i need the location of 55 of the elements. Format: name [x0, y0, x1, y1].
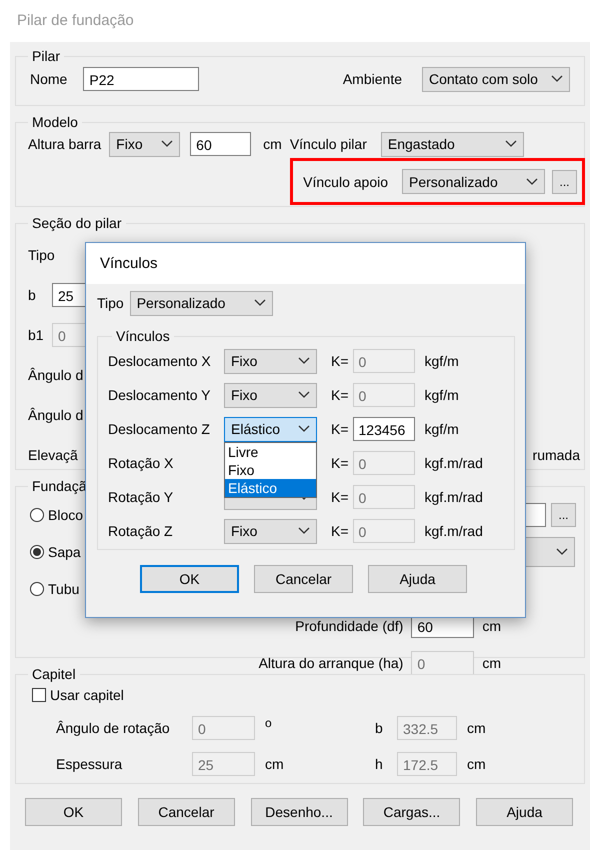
field-label: K= — [331, 455, 349, 471]
field-label: cm — [265, 756, 285, 772]
field-label: Deslocamento Y — [108, 387, 212, 403]
field-label: Elevaçã — [28, 447, 78, 463]
field-label: Rotação Y — [108, 489, 174, 505]
group-label: Fundaçã — [31, 478, 88, 494]
field-label: Tubu — [48, 580, 80, 596]
field-label: Tipo — [97, 295, 124, 311]
field-label: b — [375, 720, 384, 736]
field-label: Tipo — [28, 247, 55, 263]
field-label: Ambiente — [342, 71, 402, 87]
field-label: cm — [482, 618, 501, 634]
field-label: b — [28, 287, 37, 303]
field-label: kgf/m — [424, 387, 459, 403]
field-label: kgf.m/rad — [424, 455, 483, 471]
field-label: Bloco — [48, 506, 84, 522]
field-label: kgf/m — [424, 421, 459, 437]
field-label: cm — [263, 136, 282, 152]
field-label: K= — [331, 353, 349, 369]
field-label: Altura barra — [28, 136, 102, 152]
field-label: Deslocamento X — [108, 353, 212, 369]
group-label: Pilar — [31, 48, 62, 64]
field-label: cm — [467, 720, 487, 736]
field-label: Ângulo d — [28, 407, 84, 423]
field-label: kgf/m — [424, 353, 459, 369]
field-label: Altura do arranque (ha) — [258, 654, 404, 670]
field-label: Profundidade (df) — [295, 618, 404, 634]
field-label: cm — [467, 756, 487, 772]
field-label: Ângulo de rotação — [56, 720, 171, 736]
field-label: Vínculo pilar — [290, 136, 367, 152]
field-label: Espessura — [56, 756, 124, 772]
group-label: Modelo — [31, 114, 79, 130]
field-label: Deslocamento Z — [108, 421, 211, 437]
field-label: h — [375, 756, 384, 772]
field-label: Nome — [30, 71, 68, 87]
field-label: Usar capitel — [50, 687, 124, 703]
field-label: kgf.m/rad — [424, 523, 483, 539]
field-label: cm — [482, 654, 501, 670]
field-label: Ângulo d — [28, 367, 84, 383]
group-label: Seção do pilar — [31, 215, 123, 231]
field-label: o — [265, 716, 273, 730]
group-label: Vínculos — [115, 328, 171, 344]
field-label: Vínculo apoio — [303, 174, 388, 190]
window-title: Vínculos — [86, 243, 525, 284]
field-label: K= — [331, 523, 349, 539]
field-label: K= — [331, 421, 349, 437]
field-label: b1 — [28, 327, 45, 343]
field-label: Rotação Z — [108, 523, 174, 539]
field-label: Sapa — [48, 544, 81, 560]
field-label: K= — [331, 489, 349, 505]
field-label: kgf.m/rad — [424, 489, 483, 505]
group-label: Capitel — [31, 666, 77, 682]
field-label: K= — [331, 387, 349, 403]
field-label: Rotação X — [108, 455, 174, 471]
field-label: rumada — [532, 447, 580, 463]
